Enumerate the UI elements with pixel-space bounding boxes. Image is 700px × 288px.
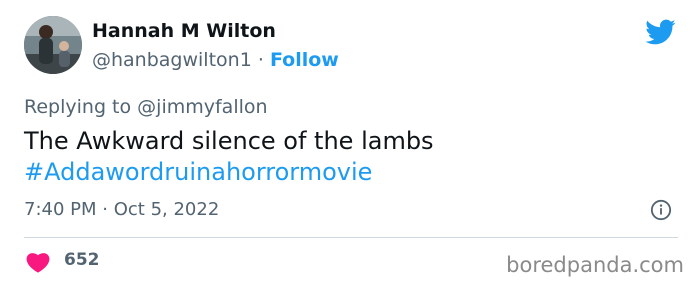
hashtag-link[interactable]: #Addawordruinahorrormovie — [24, 157, 434, 188]
author-meta: @hanbagwilton1 · Follow — [92, 49, 339, 71]
timestamp-separator: · — [102, 199, 108, 220]
follow-button[interactable]: Follow — [270, 49, 339, 71]
reply-handle-link[interactable]: @jimmyfallon — [137, 96, 267, 118]
author-name[interactable]: Hannah M Wilton — [92, 20, 276, 42]
avatar[interactable] — [24, 16, 82, 74]
tweet-date: Oct 5, 2022 — [113, 199, 220, 220]
info-icon[interactable] — [650, 199, 672, 221]
tweet-time: 7:40 PM — [24, 199, 97, 220]
divider — [24, 237, 678, 238]
like-count: 652 — [64, 250, 100, 270]
watermark: boredpanda.com — [506, 253, 684, 277]
replying-to: Replying to @jimmyfallon — [24, 96, 268, 118]
replying-prefix: Replying to — [24, 96, 132, 118]
twitter-bird-icon[interactable] — [640, 16, 680, 48]
tweet-text: The Awkward silence of the lambs #Addawo… — [24, 126, 434, 188]
heart-icon[interactable] — [26, 251, 50, 273]
meta-separator: · — [257, 49, 264, 71]
author-handle[interactable]: @hanbagwilton1 — [92, 49, 252, 71]
tweet-body: The Awkward silence of the lambs — [24, 127, 434, 155]
timestamp[interactable]: 7:40 PM · Oct 5, 2022 — [24, 199, 219, 220]
